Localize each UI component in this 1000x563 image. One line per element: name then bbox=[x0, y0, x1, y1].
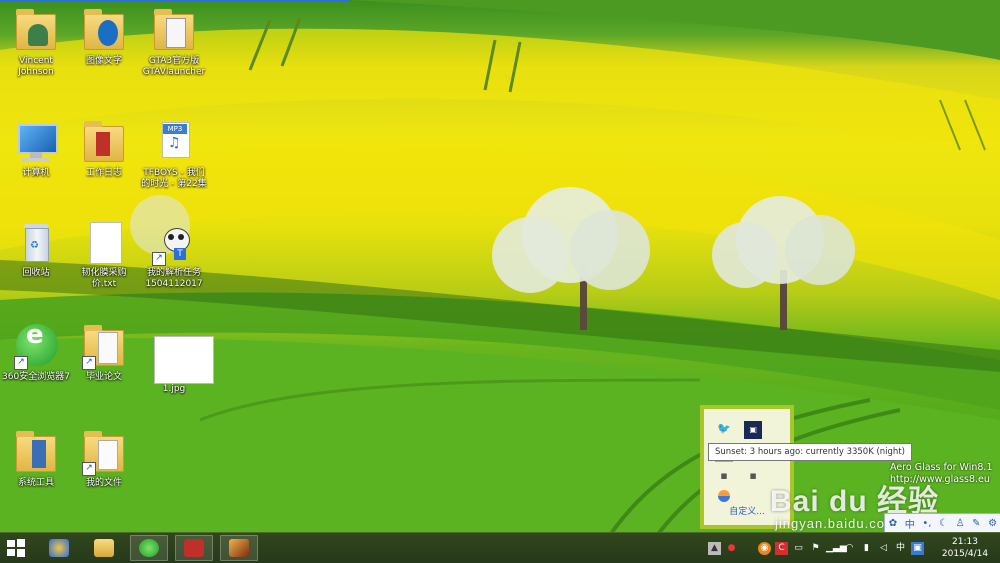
show-hidden-icons-button[interactable]: ▲ bbox=[708, 541, 721, 555]
display-tray-icon[interactable]: ▭ bbox=[792, 542, 805, 555]
browser-360-icon bbox=[139, 539, 159, 557]
moon-icon[interactable]: ☾ bbox=[939, 518, 948, 529]
shortcut-arrow-icon: ↗ bbox=[14, 356, 28, 370]
aero-glass-title: Aero Glass for Win8.1 bbox=[890, 462, 993, 473]
desktop-icon-label: 我的解析任务 1504112017 bbox=[145, 268, 203, 289]
shortcut-arrow-icon: ↗ bbox=[82, 462, 96, 476]
windows-logo-icon bbox=[7, 539, 25, 557]
app-icon[interactable]: ▪ bbox=[715, 467, 733, 485]
folder-icon bbox=[150, 6, 198, 54]
signal-icon[interactable]: ▁▃▅ bbox=[826, 542, 847, 555]
computer-icon bbox=[12, 118, 60, 166]
desktop-icon-label: GTA3官方版 GTAVlauncher bbox=[142, 56, 206, 77]
taskbar-app-mascot[interactable] bbox=[40, 535, 78, 561]
desktop-icon-360-browser[interactable]: e ↗ 360安全浏览器7 bbox=[2, 322, 70, 383]
top-progress-line bbox=[0, 0, 350, 2]
desktop-icon-label: 韧化膜采购价.txt bbox=[81, 268, 127, 289]
system-clock[interactable]: 21:13 2015/4/14 bbox=[930, 536, 1000, 560]
desktop-icon-label: 系统工具 bbox=[17, 478, 54, 488]
volume-icon[interactable]: ◁ bbox=[877, 542, 890, 555]
desktop-icon-gta[interactable]: GTA3官方版 GTAVlauncher bbox=[140, 6, 208, 78]
user-folder-icon bbox=[12, 6, 60, 54]
recycle-bin-icon: ♻ bbox=[12, 218, 60, 266]
user-icon[interactable]: ♙ bbox=[956, 518, 965, 529]
desktop-icon-label: Vincent Johnson bbox=[18, 56, 54, 77]
folder-icon: ↗ bbox=[80, 322, 128, 370]
game-app-icon bbox=[229, 539, 249, 557]
desktop-icon-label: 工作日志 bbox=[85, 168, 122, 178]
desktop-icon-label: 1.jpg bbox=[162, 384, 186, 394]
taskbar-app-360-browser[interactable] bbox=[130, 535, 168, 561]
red-app-tray-icon[interactable]: C bbox=[775, 541, 788, 555]
desktop-icon-image-text[interactable]: 图像文字 bbox=[70, 6, 138, 67]
mascot-icon: T ↗ bbox=[150, 218, 198, 266]
red-app-icon bbox=[184, 539, 204, 557]
desktop-icon-recycle-bin[interactable]: ♻ 回收站 bbox=[2, 218, 70, 279]
folder-icon: ↗ bbox=[80, 428, 128, 476]
blue-app-icon[interactable]: ▣ bbox=[744, 421, 763, 439]
desktop-icon-label: 360安全浏览器7 bbox=[2, 372, 70, 382]
text-file-icon bbox=[80, 218, 128, 266]
ime-toolbar: ✿ 中 •, ☾ ♙ ✎ ⚙ bbox=[884, 513, 1000, 533]
battery-icon[interactable]: ▮ bbox=[860, 542, 873, 555]
desktop-icon-label: 计算机 bbox=[22, 168, 50, 178]
taskbar-app-file-explorer[interactable] bbox=[85, 535, 123, 561]
system-tray: ▲ ● ◉ C ▭ ⚑ ▁▃▅ ◠ ▮ ◁ 中 ▣ 21:13 2015/4/1… bbox=[706, 533, 1000, 563]
desktop-icon-system-tools[interactable]: 系统工具 bbox=[2, 428, 70, 489]
bird-app-icon[interactable]: 🐦 bbox=[715, 420, 733, 438]
taskbar-app-red[interactable] bbox=[175, 535, 213, 561]
orange-app-tray-icon[interactable]: ◉ bbox=[758, 541, 771, 555]
clock-time: 21:13 bbox=[952, 537, 978, 547]
start-button[interactable] bbox=[6, 538, 26, 558]
folder-icon bbox=[94, 539, 114, 557]
clock-date: 2015/4/14 bbox=[941, 549, 989, 559]
taskbar-app-game[interactable] bbox=[220, 535, 258, 561]
desktop-icon-txt-file[interactable]: 韧化膜采购价.txt bbox=[70, 218, 138, 290]
browser-360-icon: e ↗ bbox=[12, 322, 60, 370]
pen-icon[interactable]: ✎ bbox=[972, 518, 980, 529]
bird-tray-icon[interactable]: ● bbox=[725, 542, 738, 555]
desktop-icon-label: 图像文字 bbox=[85, 56, 122, 66]
desktop-icon-work-log[interactable]: 工作日志 bbox=[70, 118, 138, 179]
desktop-icon-label: 毕业论文 bbox=[85, 372, 122, 382]
shortcut-arrow-icon: ↗ bbox=[152, 252, 166, 266]
desktop-icon-thesis[interactable]: ↗ 毕业论文 bbox=[70, 322, 138, 383]
folder-icon bbox=[12, 428, 60, 476]
desktop-icon-jpg[interactable]: 1.jpg bbox=[140, 322, 214, 395]
desktop-icon-label: 我的文件 bbox=[85, 478, 122, 488]
app-icon[interactable]: ▪ bbox=[744, 467, 762, 485]
settings-gear-icon[interactable]: ⚙ bbox=[988, 518, 997, 529]
action-center-flag-icon[interactable]: ⚑ bbox=[809, 542, 822, 555]
flux-tooltip: Sunset: 3 hours ago: currently 3350K (ni… bbox=[708, 443, 912, 461]
wifi-icon[interactable]: ◠ bbox=[843, 542, 856, 555]
mp3-file-icon: MP3 ♫ bbox=[150, 118, 198, 166]
punctuation-icon[interactable]: •, bbox=[922, 518, 931, 529]
taskbar: ▲ ● ◉ C ▭ ⚑ ▁▃▅ ◠ ▮ ◁ 中 ▣ 21:13 2015/4/1… bbox=[0, 532, 1000, 563]
desktop-icon-my-files[interactable]: ↗ 我的文件 bbox=[70, 428, 138, 489]
image-file-icon bbox=[150, 322, 214, 384]
desktop-icon-label: TFBOYS - 我们的时光 - 第22集 bbox=[141, 168, 207, 189]
folder-icon bbox=[80, 6, 128, 54]
baidu-watermark-url: jingyan.baidu.com bbox=[775, 516, 897, 531]
shortcut-arrow-icon: ↗ bbox=[82, 356, 96, 370]
desktop-icon-computer[interactable]: 计算机 bbox=[2, 118, 70, 179]
desktop-icon-mp3[interactable]: MP3 ♫ TFBOYS - 我们的时光 - 第22集 bbox=[140, 118, 208, 190]
desktop-icon-label: 回收站 bbox=[22, 268, 50, 278]
ime-mode-toggle[interactable]: 中 bbox=[905, 516, 915, 531]
folder-icon bbox=[80, 118, 128, 166]
ime-language-indicator[interactable]: 中 bbox=[894, 542, 907, 555]
mascot-app-icon bbox=[49, 539, 69, 557]
desktop-switch-icon[interactable]: ▣ bbox=[911, 541, 924, 555]
ime-logo-icon[interactable]: ✿ bbox=[889, 518, 897, 529]
desktop-icon-parse-task[interactable]: T ↗ 我的解析任务 1504112017 bbox=[140, 218, 208, 290]
desktop-icon-user-folder[interactable]: Vincent Johnson bbox=[2, 6, 70, 78]
